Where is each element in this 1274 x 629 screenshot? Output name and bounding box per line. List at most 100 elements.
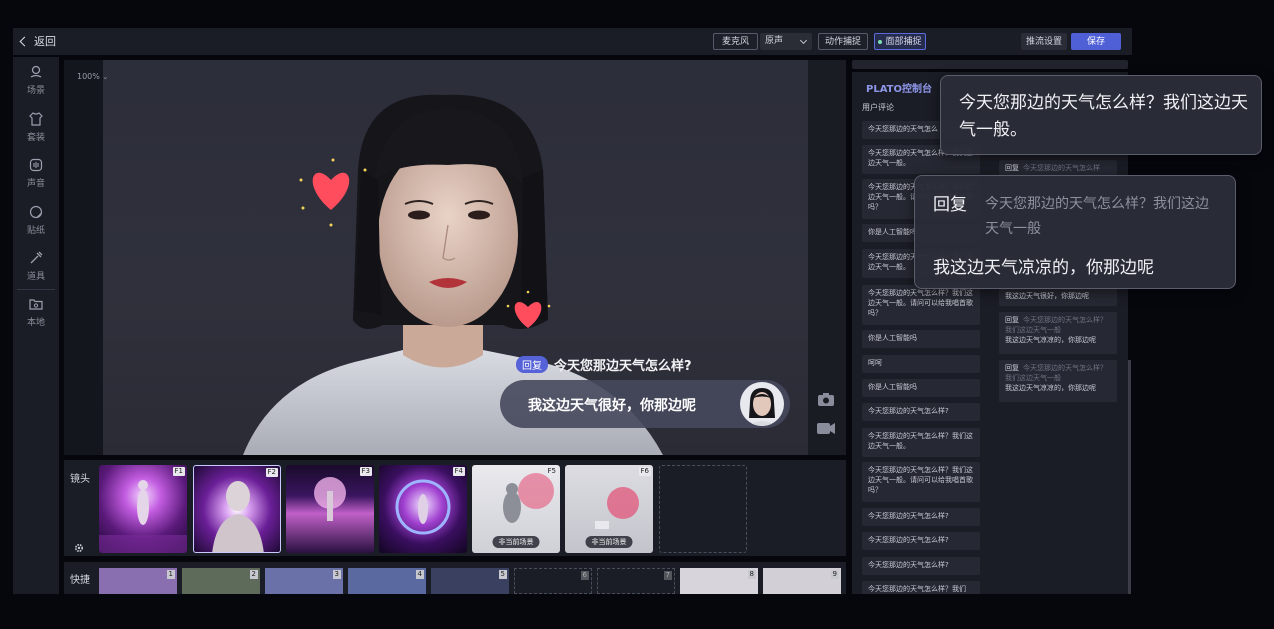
hotkey-badge: 1: [166, 570, 175, 579]
sidebar-item-label: 本地: [26, 318, 45, 328]
stream-settings-button[interactable]: 推流设置: [1021, 33, 1067, 50]
reply-tag: 回复: [516, 356, 548, 373]
quick-slot[interactable]: 2: [182, 568, 260, 594]
back-label: 返回: [34, 35, 56, 48]
sidebar-item-voice[interactable]: 声音: [13, 157, 59, 189]
sidebar-item-label: 贴纸: [26, 226, 45, 236]
heart-icon: [312, 172, 350, 210]
comment-item[interactable]: 今天您那边的天气怎么样?: [862, 532, 980, 550]
outfit-icon: [29, 112, 43, 126]
hotkey-badge: 5: [498, 570, 507, 579]
quick-slot[interactable]: 4: [348, 568, 426, 594]
reply-answer: 我这边天气凉凉的，你那边呢: [1005, 384, 1096, 392]
control-header-bar: [852, 60, 1128, 69]
sidebar-item-sticker[interactable]: 贴纸: [13, 204, 59, 236]
stage-side-tools: [808, 60, 846, 455]
hotkey-badge: F1: [172, 467, 185, 476]
lens-thumb[interactable]: F6 非当前场景: [565, 465, 653, 553]
sticker-icon: [29, 205, 43, 219]
quick-slot[interactable]: 6: [514, 568, 592, 594]
comment-item[interactable]: 你是人工智能吗: [862, 379, 980, 397]
sidebar-divider: [17, 289, 55, 290]
hotkey-badge: F3: [359, 467, 372, 476]
comment-item[interactable]: 你是人工智能吗: [862, 330, 980, 348]
hotkey-badge: F4: [452, 467, 465, 476]
gear-icon[interactable]: [74, 538, 84, 553]
comment-item[interactable]: 今天您那边的天气怎么样?: [862, 508, 980, 526]
quick-slot[interactable]: 1: [99, 568, 177, 594]
comment-popup: 今天您那边的天气怎么样？我们这边天气一般。: [940, 75, 1262, 155]
hotkey-badge: 3: [332, 570, 341, 579]
save-button[interactable]: 保存: [1071, 33, 1121, 50]
reply-item[interactable]: 回复 今天您那边的天气怎么样？我们这边天气一般 我这边天气凉凉的，你那边呢: [999, 360, 1117, 402]
top-toolbar: 返回 麦克风 原声 动作捕捉 面部捕捉 推流设置 保存: [13, 28, 1132, 55]
quick-slot[interactable]: 7: [597, 568, 675, 594]
avatar: [740, 382, 784, 426]
reply-item[interactable]: 回复 今天您那边的天气怎么样？我们这边天气一般 我这边天气凉凉的，你那边呢: [999, 312, 1117, 354]
sidebar-item-scene[interactable]: 场景: [13, 64, 59, 96]
lens-thumb[interactable]: F3: [286, 465, 374, 553]
comment-item[interactable]: 今天您那边的天气怎么样?: [862, 557, 980, 575]
hotkey-badge: 2: [249, 570, 258, 579]
reply-item[interactable]: 回复 今天您那边的天气怎么样: [999, 160, 1117, 176]
quick-panel: 快捷 1 2 3 4 5 6 7 8 9: [64, 562, 846, 594]
zoom-select[interactable]: 100% ⌄: [77, 72, 108, 81]
sidebar-item-local[interactable]: 本地: [13, 296, 59, 328]
face-capture-button[interactable]: 面部捕捉: [874, 33, 926, 50]
mic-button[interactable]: 麦克风: [713, 33, 758, 50]
comment-item[interactable]: 呵呵: [862, 355, 980, 373]
scrollbar[interactable]: [1128, 360, 1131, 594]
quick-slot[interactable]: 9: [763, 568, 841, 594]
sidebar-item-label: 套装: [26, 133, 45, 143]
status-dot-icon: [878, 39, 883, 44]
popup-comment-text: 今天您那边的天气怎么样？我们这边天气一般。: [959, 93, 1248, 140]
zoom-value: 100%: [77, 72, 100, 81]
lens-panel: 镜头 F1 F2 F3 F4 F5 非当前场景 F6 非当前场景: [64, 460, 846, 556]
comment-item[interactable]: 今天您那边的天气怎么样？我们这边天气一般。请问可以给我唱首歌吗？: [862, 285, 980, 325]
quick-slot[interactable]: 3: [265, 568, 343, 594]
sidebar-item-outfit[interactable]: 套装: [13, 111, 59, 143]
hotkey-badge: F6: [638, 467, 651, 476]
motion-capture-button[interactable]: 动作捕捉: [818, 33, 868, 50]
lens-empty-slot[interactable]: [659, 465, 747, 553]
comment-item[interactable]: 今天您那边的天气怎么样?: [862, 403, 980, 421]
reply-popup: 回复 今天您那边的天气怎么样？我们这边天气一般 我这边天气凉凉的，你那边呢: [914, 175, 1236, 289]
chevron-down-icon: [799, 36, 808, 45]
lens-thumb[interactable]: F4: [379, 465, 467, 553]
comment-item[interactable]: 今天您那边的天气怎么样？我们这边天气一般。请问可以给我唱首歌吗？: [862, 462, 980, 502]
reply-quote: 今天您那边的天气怎么样？我们这边天气一般: [1005, 316, 1107, 334]
lens-thumb-selected[interactable]: F2: [193, 465, 281, 553]
chevron-left-icon: [19, 36, 30, 46]
stage-reply-caption: 回复 今天您那边天气怎么样?: [516, 355, 692, 374]
sidebar-item-label: 场景: [26, 86, 45, 96]
hotkey-badge: 6: [580, 571, 589, 580]
camera-icon: [818, 393, 834, 406]
lens-thumb[interactable]: F1: [99, 465, 187, 553]
voice-icon: [29, 158, 43, 172]
comment-item[interactable]: 今天您那边的天气怎么样？我们这边天气一般。: [862, 428, 980, 457]
non-current-scene-badge: 非当前场景: [585, 536, 633, 548]
quick-slot[interactable]: 8: [680, 568, 758, 594]
back-button[interactable]: 返回: [19, 33, 56, 49]
video-camera-icon: [817, 423, 835, 434]
voice-select-value: 原声: [765, 36, 784, 46]
reply-item[interactable]: 我这边天气很好，你那边呢: [999, 288, 1117, 306]
chevron-down-icon: ⌄: [102, 73, 109, 81]
hotkey-badge: 7: [663, 571, 672, 580]
comment-item[interactable]: 今天您那边的天气怎么样？我们: [862, 581, 980, 594]
popup-reply-quote: 今天您那边的天气怎么样？我们这边天气一般: [985, 196, 1209, 237]
screenshot-button[interactable]: [812, 388, 840, 412]
reply-quote: 今天您那边的天气怎么样？我们这边天气一般: [1005, 364, 1107, 382]
record-button[interactable]: [812, 416, 840, 440]
sidebar-item-prop[interactable]: 道具: [13, 250, 59, 282]
lens-thumb[interactable]: F5 非当前场景: [472, 465, 560, 553]
reply-answer: 我这边天气很好，你那边呢: [1005, 292, 1089, 300]
local-icon: [29, 299, 43, 310]
voice-select[interactable]: 原声: [760, 33, 812, 50]
hotkey-badge: 4: [415, 570, 424, 579]
popup-reply-answer: 我这边天气凉凉的，你那边呢: [933, 258, 1154, 278]
hotkey-badge: 9: [830, 570, 839, 579]
left-sidebar: 场景 套装 声音 贴纸 道具 本地: [13, 57, 59, 594]
quick-slot[interactable]: 5: [431, 568, 509, 594]
reply-quote: 今天您那边的天气怎么样: [1023, 164, 1100, 172]
